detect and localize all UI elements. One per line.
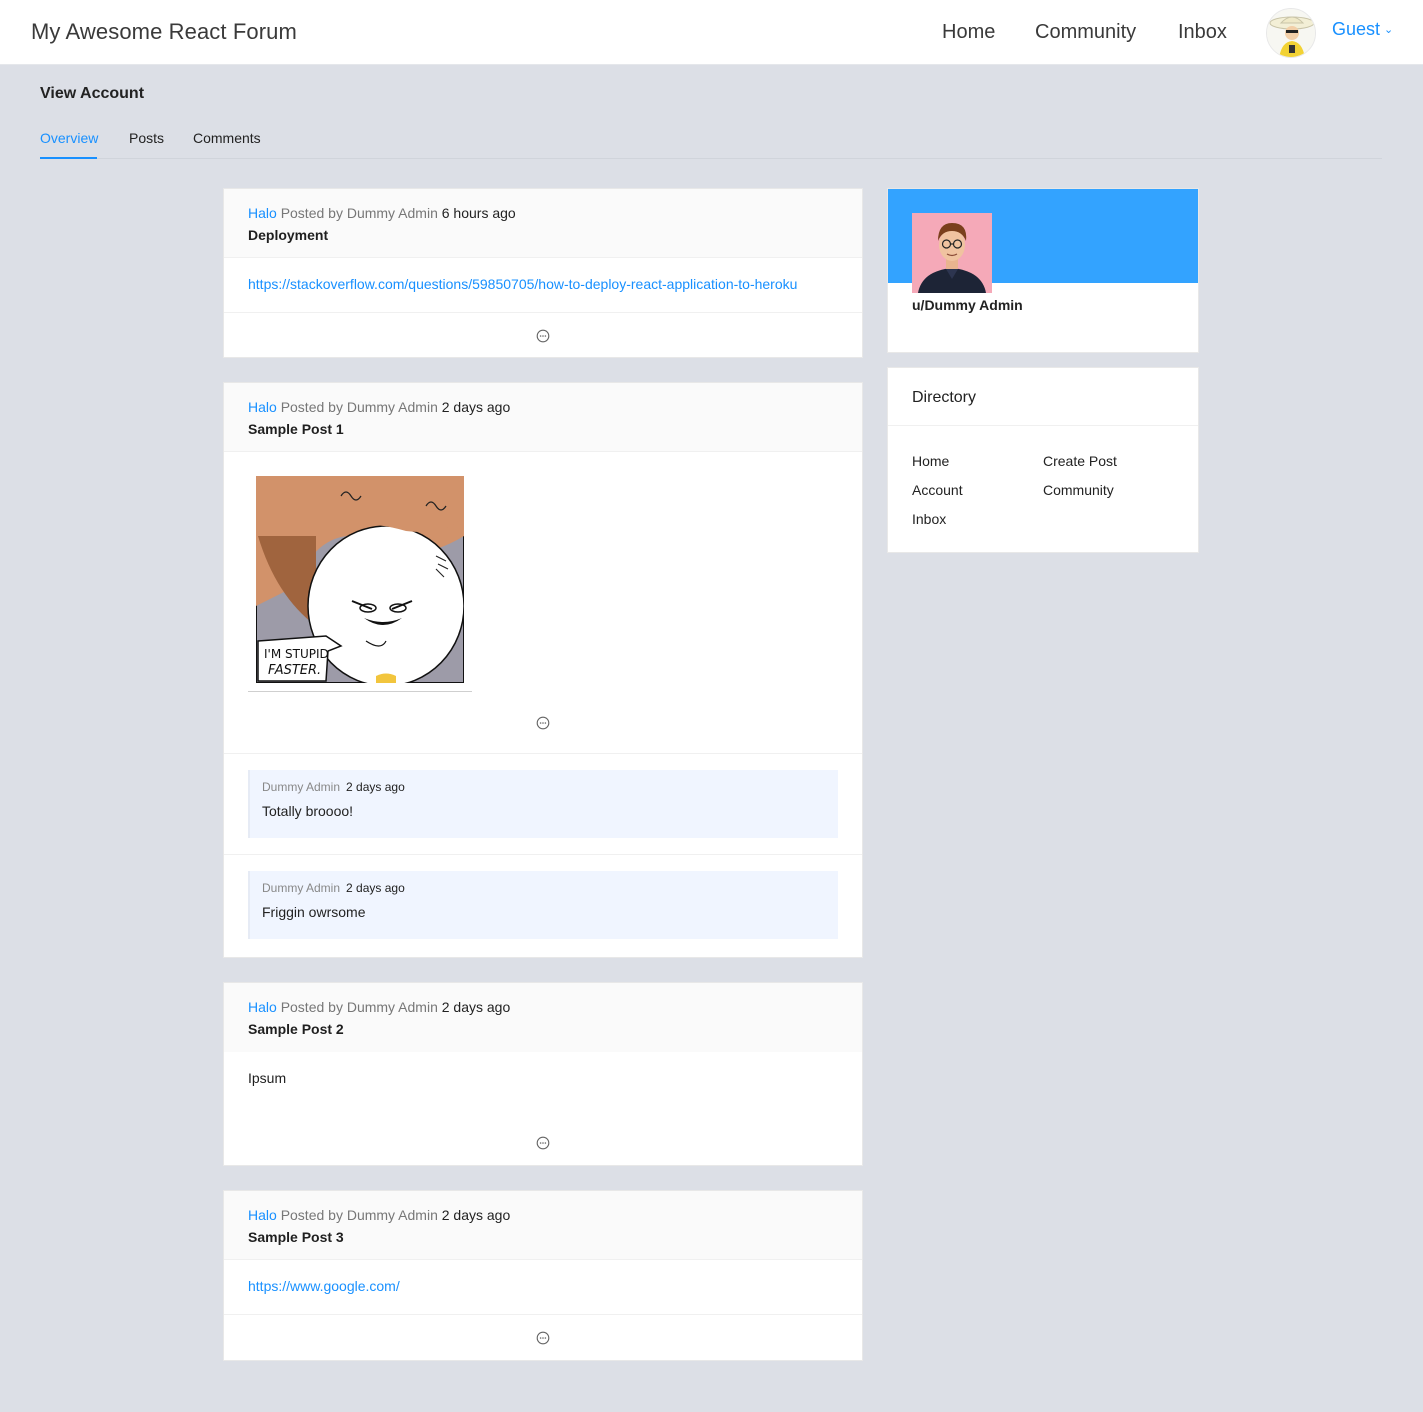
- comment-meta: Dummy Admin 2 days ago: [262, 780, 826, 794]
- tab-overview[interactable]: Overview: [40, 130, 98, 146]
- comment-icon[interactable]: [536, 1331, 550, 1345]
- post-header: Halo Posted by Dummy Admin 6 hours ago D…: [224, 189, 862, 258]
- post-title[interactable]: Deployment: [248, 227, 838, 243]
- post-actions: [224, 1120, 862, 1165]
- post-body: Ipsum: [224, 1052, 862, 1120]
- comment-text: Friggin owrsome: [262, 904, 366, 920]
- post-time: 6 hours ago: [441, 205, 516, 221]
- post-body: https://stackoverflow.com/questions/5985…: [224, 258, 862, 312]
- posted-by: Posted by Dummy Admin: [280, 399, 438, 415]
- post-header: Halo Posted by Dummy Admin 2 days ago Sa…: [224, 383, 862, 452]
- post-card: Halo Posted by Dummy Admin 2 days ago Sa…: [223, 1190, 863, 1361]
- nav-community-link[interactable]: Community: [1035, 21, 1136, 44]
- brand-title[interactable]: My Awesome React Forum: [31, 19, 297, 45]
- post-time: 2 days ago: [441, 399, 511, 415]
- post-link[interactable]: https://www.google.com/: [248, 1278, 400, 1294]
- comment-item: Dummy Admin 2 days ago Friggin owrsome: [248, 871, 838, 939]
- tab-comments[interactable]: Comments: [193, 130, 261, 146]
- posted-by: Posted by Dummy Admin: [280, 1207, 438, 1223]
- comic-caption-line1: I'M STUPID: [264, 647, 329, 661]
- comment-icon[interactable]: [536, 716, 550, 730]
- comment-time: 2 days ago: [346, 881, 405, 895]
- posted-by: Posted by Dummy Admin: [280, 205, 438, 221]
- post-actions: [224, 692, 862, 754]
- comment-icon[interactable]: [536, 329, 550, 343]
- directory-card: Directory Home Create Post Account Commu…: [887, 367, 1199, 553]
- post-meta: Halo Posted by Dummy Admin 2 days ago: [248, 399, 838, 415]
- chevron-down-icon: ⌄: [1384, 24, 1394, 36]
- active-tab-indicator: [40, 157, 97, 159]
- directory-title: Directory: [888, 368, 1198, 426]
- post-text: Ipsum: [248, 1070, 287, 1086]
- post-meta: Halo Posted by Dummy Admin 6 hours ago: [248, 205, 838, 221]
- guest-label: Guest: [1332, 19, 1381, 39]
- profile-avatar[interactable]: [912, 213, 992, 293]
- guest-dropdown[interactable]: Guest ⌄: [1332, 19, 1393, 40]
- comic-caption-line2: FASTER.: [268, 663, 321, 678]
- comment-time: 2 days ago: [346, 780, 405, 794]
- community-link[interactable]: Halo: [248, 999, 277, 1015]
- comment-item: Dummy Admin 2 days ago Totally broooo!: [248, 770, 838, 838]
- post-actions: [224, 312, 862, 359]
- profile-card: u/Dummy Admin: [887, 188, 1199, 353]
- profile-avatar-illustration: [912, 213, 992, 293]
- comment-author[interactable]: Dummy Admin: [262, 881, 340, 895]
- post-card: Halo Posted by Dummy Admin 6 hours ago D…: [223, 188, 863, 358]
- directory-link-home[interactable]: Home: [912, 453, 949, 469]
- posted-by: Posted by Dummy Admin: [280, 999, 438, 1015]
- avatar-illustration: [1267, 9, 1315, 57]
- nav-inbox-link[interactable]: Inbox: [1178, 21, 1227, 44]
- post-title[interactable]: Sample Post 2: [248, 1021, 838, 1037]
- comment-meta: Dummy Admin 2 days ago: [262, 881, 826, 895]
- top-navbar: My Awesome React Forum Home Community In…: [0, 0, 1423, 65]
- user-avatar[interactable]: [1266, 8, 1316, 58]
- community-link[interactable]: Halo: [248, 1207, 277, 1223]
- post-time: 2 days ago: [441, 1207, 511, 1223]
- post-card: Halo Posted by Dummy Admin 2 days ago Sa…: [223, 982, 863, 1166]
- post-meta: Halo Posted by Dummy Admin 2 days ago: [248, 1207, 838, 1223]
- comment-author[interactable]: Dummy Admin: [262, 780, 340, 794]
- directory-link-create-post[interactable]: Create Post: [1043, 453, 1117, 469]
- profile-username: u/Dummy Admin: [912, 297, 1023, 313]
- directory-link-account[interactable]: Account: [912, 482, 963, 498]
- post-time: 2 days ago: [441, 999, 511, 1015]
- post-title[interactable]: Sample Post 3: [248, 1229, 838, 1245]
- post-body: https://www.google.com/: [224, 1260, 862, 1314]
- post-body: I'M STUPID FASTER.: [224, 452, 862, 692]
- tab-posts[interactable]: Posts: [129, 130, 164, 146]
- post-image-wrapper: I'M STUPID FASTER.: [248, 475, 472, 692]
- comment-icon[interactable]: [536, 1136, 550, 1150]
- post-header: Halo Posted by Dummy Admin 2 days ago Sa…: [224, 983, 862, 1052]
- directory-link-inbox[interactable]: Inbox: [912, 511, 946, 527]
- page-title: View Account: [40, 85, 145, 102]
- directory-link-community[interactable]: Community: [1043, 482, 1114, 498]
- community-link[interactable]: Halo: [248, 205, 277, 221]
- post-link[interactable]: https://stackoverflow.com/questions/5985…: [248, 276, 797, 292]
- nav-home-link[interactable]: Home: [942, 21, 995, 44]
- post-meta: Halo Posted by Dummy Admin 2 days ago: [248, 999, 838, 1015]
- post-card: Halo Posted by Dummy Admin 2 days ago Sa…: [223, 382, 863, 958]
- comment-text: Totally broooo!: [262, 803, 354, 819]
- post-actions: [224, 1314, 862, 1361]
- post-title[interactable]: Sample Post 1: [248, 421, 838, 437]
- post-header: Halo Posted by Dummy Admin 2 days ago Sa…: [224, 1191, 862, 1260]
- tabs-divider: [40, 158, 1382, 159]
- community-link[interactable]: Halo: [248, 399, 277, 415]
- comic-image[interactable]: I'M STUPID FASTER.: [255, 475, 465, 687]
